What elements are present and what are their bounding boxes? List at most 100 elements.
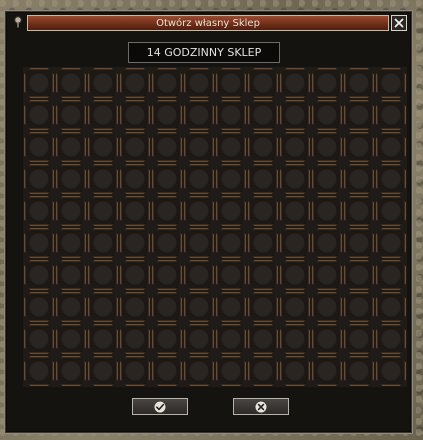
inventory-slot[interactable] xyxy=(279,227,311,259)
inventory-slot[interactable] xyxy=(279,163,311,195)
inventory-slot[interactable] xyxy=(343,291,375,323)
inventory-slot[interactable] xyxy=(247,99,279,131)
inventory-slot[interactable] xyxy=(151,291,183,323)
inventory-slot[interactable] xyxy=(87,163,119,195)
inventory-slot[interactable] xyxy=(87,131,119,163)
inventory-slot[interactable] xyxy=(343,195,375,227)
inventory-slot[interactable] xyxy=(119,259,151,291)
inventory-slot[interactable] xyxy=(247,131,279,163)
inventory-slot[interactable] xyxy=(343,227,375,259)
inventory-slot[interactable] xyxy=(343,355,375,387)
inventory-slot[interactable] xyxy=(55,67,87,99)
inventory-slot[interactable] xyxy=(55,259,87,291)
inventory-slot[interactable] xyxy=(87,355,119,387)
inventory-slot[interactable] xyxy=(23,99,55,131)
inventory-slot[interactable] xyxy=(247,259,279,291)
inventory-slot[interactable] xyxy=(247,227,279,259)
inventory-slot[interactable] xyxy=(311,291,343,323)
inventory-slot[interactable] xyxy=(183,131,215,163)
inventory-slot[interactable] xyxy=(55,291,87,323)
inventory-slot[interactable] xyxy=(119,131,151,163)
inventory-slot[interactable] xyxy=(183,291,215,323)
inventory-slot[interactable] xyxy=(215,99,247,131)
inventory-slot[interactable] xyxy=(119,99,151,131)
inventory-slot[interactable] xyxy=(183,99,215,131)
inventory-slot[interactable] xyxy=(119,163,151,195)
inventory-slot[interactable] xyxy=(279,195,311,227)
inventory-slot[interactable] xyxy=(311,163,343,195)
inventory-slot[interactable] xyxy=(247,163,279,195)
inventory-slot[interactable] xyxy=(119,227,151,259)
inventory-slot[interactable] xyxy=(375,323,407,355)
inventory-slot[interactable] xyxy=(375,355,407,387)
inventory-slot[interactable] xyxy=(23,291,55,323)
inventory-slot[interactable] xyxy=(119,355,151,387)
inventory-slot[interactable] xyxy=(279,259,311,291)
inventory-slot[interactable] xyxy=(343,131,375,163)
inventory-slot[interactable] xyxy=(215,227,247,259)
inventory-slot[interactable] xyxy=(55,323,87,355)
inventory-slot[interactable] xyxy=(311,99,343,131)
inventory-slot[interactable] xyxy=(215,163,247,195)
inventory-slot[interactable] xyxy=(23,67,55,99)
inventory-slot[interactable] xyxy=(247,291,279,323)
inventory-slot[interactable] xyxy=(87,227,119,259)
inventory-slot[interactable] xyxy=(279,291,311,323)
inventory-slot[interactable] xyxy=(215,323,247,355)
inventory-slot[interactable] xyxy=(279,99,311,131)
inventory-slot[interactable] xyxy=(119,291,151,323)
inventory-slot[interactable] xyxy=(311,355,343,387)
inventory-slot[interactable] xyxy=(375,227,407,259)
inventory-slot[interactable] xyxy=(55,227,87,259)
inventory-slot[interactable] xyxy=(55,99,87,131)
inventory-slot[interactable] xyxy=(215,355,247,387)
cancel-button[interactable] xyxy=(233,398,289,415)
inventory-slot[interactable] xyxy=(311,259,343,291)
inventory-slot[interactable] xyxy=(87,259,119,291)
inventory-slot[interactable] xyxy=(119,67,151,99)
inventory-slot[interactable] xyxy=(247,67,279,99)
inventory-slot[interactable] xyxy=(375,291,407,323)
inventory-slot[interactable] xyxy=(119,323,151,355)
inventory-slot[interactable] xyxy=(151,99,183,131)
inventory-slot[interactable] xyxy=(119,195,151,227)
inventory-slot[interactable] xyxy=(215,195,247,227)
shop-name-field[interactable]: 14 GODZINNY SKLEP xyxy=(128,42,280,63)
inventory-slot[interactable] xyxy=(279,131,311,163)
inventory-slot[interactable] xyxy=(151,259,183,291)
inventory-slot[interactable] xyxy=(183,355,215,387)
inventory-slot[interactable] xyxy=(151,227,183,259)
inventory-slot[interactable] xyxy=(87,195,119,227)
inventory-slot[interactable] xyxy=(247,195,279,227)
inventory-slot[interactable] xyxy=(247,323,279,355)
inventory-slot[interactable] xyxy=(215,259,247,291)
inventory-slot[interactable] xyxy=(311,67,343,99)
inventory-slot[interactable] xyxy=(375,163,407,195)
inventory-slot[interactable] xyxy=(151,131,183,163)
inventory-slot[interactable] xyxy=(247,355,279,387)
inventory-slot[interactable] xyxy=(183,227,215,259)
inventory-slot[interactable] xyxy=(23,195,55,227)
inventory-slot[interactable] xyxy=(87,67,119,99)
inventory-slot[interactable] xyxy=(183,195,215,227)
inventory-slot[interactable] xyxy=(343,67,375,99)
inventory-slot[interactable] xyxy=(375,195,407,227)
inventory-slot[interactable] xyxy=(55,163,87,195)
inventory-slot[interactable] xyxy=(151,195,183,227)
inventory-slot[interactable] xyxy=(183,67,215,99)
inventory-slot[interactable] xyxy=(151,163,183,195)
inventory-slot[interactable] xyxy=(375,67,407,99)
inventory-slot[interactable] xyxy=(311,323,343,355)
inventory-slot[interactable] xyxy=(23,163,55,195)
inventory-slot[interactable] xyxy=(375,99,407,131)
confirm-button[interactable] xyxy=(132,398,188,415)
inventory-slot[interactable] xyxy=(215,291,247,323)
inventory-slot[interactable] xyxy=(311,131,343,163)
inventory-slot[interactable] xyxy=(151,323,183,355)
inventory-slot[interactable] xyxy=(343,163,375,195)
inventory-slot[interactable] xyxy=(343,259,375,291)
inventory-slot[interactable] xyxy=(279,67,311,99)
inventory-slot[interactable] xyxy=(55,355,87,387)
inventory-slot[interactable] xyxy=(55,195,87,227)
inventory-slot[interactable] xyxy=(23,259,55,291)
